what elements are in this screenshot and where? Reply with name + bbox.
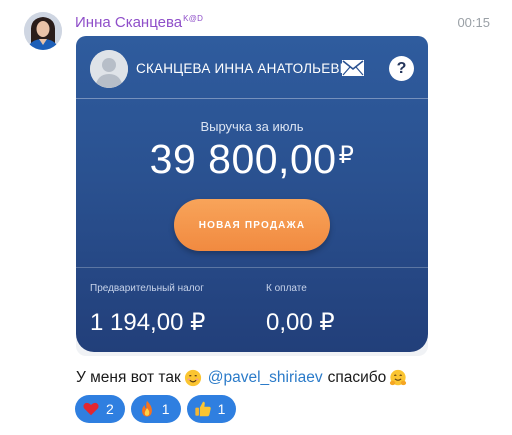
reaction-thumbs-up[interactable]: 1	[186, 395, 237, 423]
revenue-card: СКАНЦЕВА ИННА АНАТОЛЬЕВНА ? Выручка за и…	[76, 36, 428, 352]
message-text-start: У меня вот так	[76, 369, 181, 386]
help-icon: ?	[389, 56, 414, 81]
reaction-fire[interactable]: 1	[130, 395, 181, 423]
smile-emoji-icon	[184, 369, 201, 387]
reaction-heart[interactable]: 2	[75, 395, 125, 423]
revenue-amount-value: 39 800,00	[149, 136, 337, 182]
reaction-count: 1	[217, 401, 226, 417]
message-time: 00:15	[457, 15, 490, 30]
revenue-amount: 39 800,00₽	[76, 136, 428, 183]
header-divider	[76, 98, 428, 99]
sender-name[interactable]: Инна Сканцева K@D	[75, 14, 203, 31]
sender-badge: K@D	[183, 14, 204, 23]
hugging-emoji-icon	[390, 369, 407, 386]
reaction-count: 2	[106, 401, 114, 417]
profile-avatar-icon	[90, 50, 128, 88]
fire-icon	[141, 400, 152, 417]
sender-avatar[interactable]	[24, 12, 62, 50]
mail-icon	[342, 60, 364, 76]
user-mention-link[interactable]: @pavel_shiriaev	[208, 369, 323, 387]
sender-name-text: Инна Сканцева	[75, 14, 183, 31]
profile-name: СКАНЦЕВА ИННА АНАТОЛЬЕВНА	[136, 61, 359, 76]
tax-value: 1 194,00 ₽	[90, 309, 206, 336]
message-text: У меня вот так @pavel_shiriaev спасибо	[76, 369, 407, 387]
reactions-bar: 2 1 1	[75, 395, 237, 423]
message-text-end: спасибо	[327, 369, 387, 386]
card-header: СКАНЦЕВА ИННА АНАТОЛЬЕВНА ?	[76, 36, 428, 98]
tax-label: Предварительный налог	[90, 283, 204, 294]
revenue-label: Выручка за июль	[200, 119, 304, 134]
thumbs-up-icon	[194, 401, 211, 417]
payment-value: 0,00 ₽	[266, 309, 335, 336]
new-sale-button: НОВАЯ ПРОДАЖА	[174, 199, 330, 251]
ruble-sign: ₽	[338, 142, 355, 169]
image-attachment[interactable]: СКАНЦЕВА ИННА АНАТОЛЬЕВНА ? Выручка за и…	[76, 36, 428, 356]
reaction-count: 1	[161, 401, 170, 417]
stats-divider	[76, 267, 428, 268]
payment-label: К оплате	[266, 283, 307, 294]
heart-icon	[83, 402, 99, 416]
